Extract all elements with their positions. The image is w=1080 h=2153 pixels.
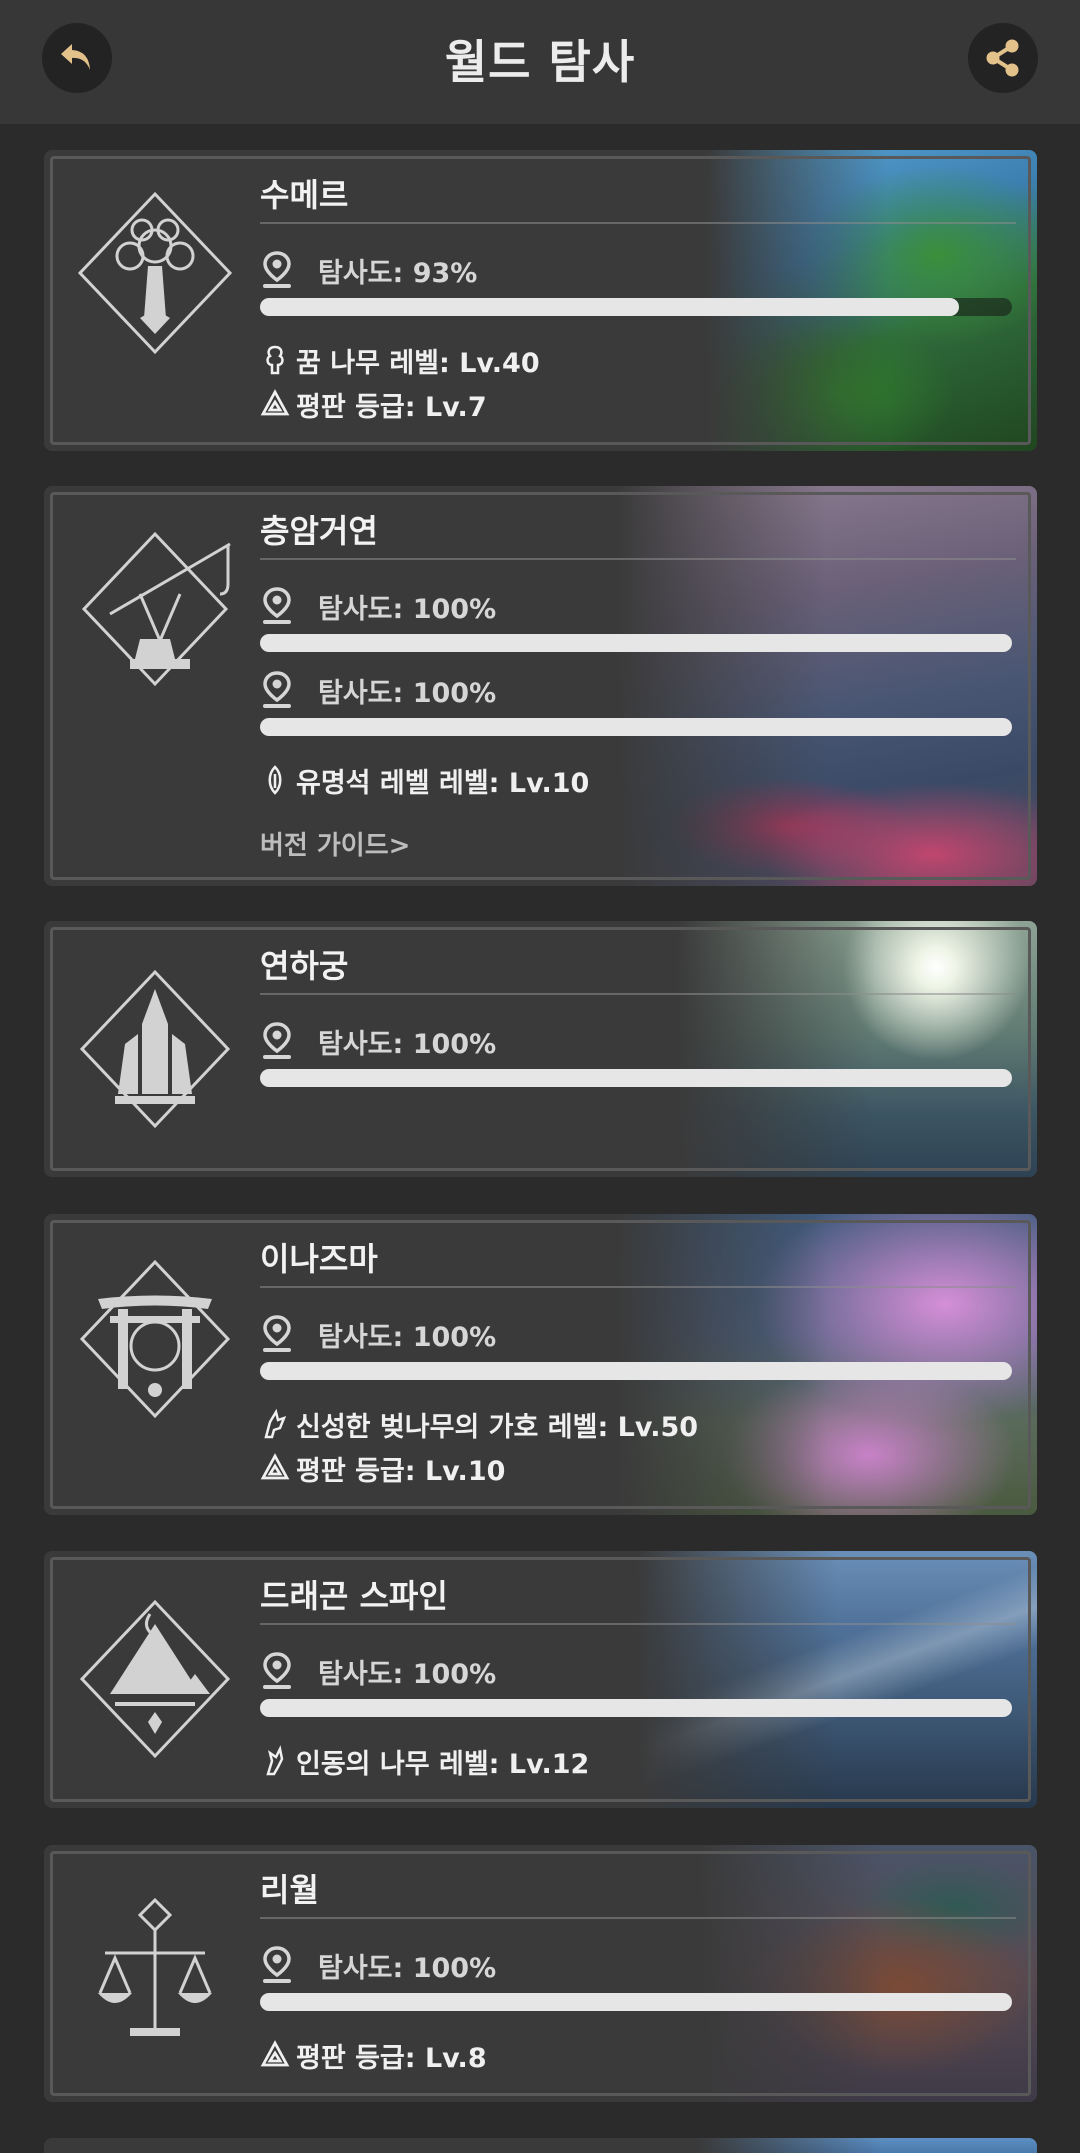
exploration-row: 탐사도: 100% <box>260 670 496 710</box>
stat-row: 유명석 레벨 레벨: Lv.10 <box>260 762 590 799</box>
exploration-row: 탐사도: 100% <box>260 586 496 626</box>
exploration-progress-bar <box>260 298 1012 316</box>
exploration-percent: 탐사도: 100% <box>318 1952 497 1984</box>
exploration-progress-bar <box>260 1699 1012 1717</box>
enkanomiya-emblem-icon <box>79 969 231 1129</box>
divider <box>260 1623 1016 1625</box>
share-button[interactable] <box>968 23 1038 93</box>
region-card-next-partial[interactable] <box>44 2138 1037 2153</box>
reputation-icon <box>260 2040 290 2067</box>
stat-text: 인동의 나무 레벨: Lv.12 <box>296 1748 590 1780</box>
liyue-background-art <box>697 1845 1037 2102</box>
region-name: 층암거연 <box>260 512 378 550</box>
inazuma-torii-emblem-icon <box>79 1259 231 1419</box>
stat-row: 꿈 나무 레벨: Lv.40 <box>260 342 540 379</box>
progress-fill <box>260 1069 1012 1087</box>
progress-fill <box>260 718 1012 736</box>
liyue-scales-emblem-icon <box>98 1897 212 2036</box>
location-pin-icon <box>263 251 291 288</box>
exploration-percent: 탐사도: 100% <box>318 677 497 709</box>
region-name: 드래곤 스파인 <box>260 1577 448 1615</box>
region-name: 리월 <box>260 1871 319 1909</box>
exploration-progress-bar <box>260 1993 1012 2011</box>
exploration-percent: 탐사도: 100% <box>318 1321 497 1353</box>
frostbearing-tree-icon <box>266 1745 284 1776</box>
reputation-icon <box>260 1453 290 1480</box>
divider <box>260 993 1016 995</box>
sumeru-tree-emblem-icon <box>77 191 233 355</box>
enkanomiya-background-art <box>677 921 1037 1177</box>
reputation-icon <box>260 389 290 416</box>
stat-text: 신성한 벚나무의 가호 레벨: Lv.50 <box>296 1411 699 1443</box>
exploration-row: 탐사도: 100% <box>260 1314 496 1354</box>
exploration-progress-bar <box>260 1362 1012 1380</box>
stat-row: 평판 등급: Lv.8 <box>260 2037 487 2074</box>
region-name: 수메르 <box>260 176 349 214</box>
exploration-percent: 탐사도: 100% <box>318 593 497 625</box>
location-pin-icon <box>263 587 291 624</box>
next-card-background-art <box>697 2138 1037 2153</box>
stat-row: 평판 등급: Lv.7 <box>260 386 487 423</box>
dragonspine-background-art <box>637 1551 1037 1808</box>
progress-fill <box>260 634 1012 652</box>
sacred-sakura-icon <box>264 1408 287 1439</box>
dream-tree-icon <box>266 345 284 375</box>
exploration-percent: 탐사도: 100% <box>318 1028 497 1060</box>
stat-text: 유명석 레벨 레벨: Lv.10 <box>296 767 590 799</box>
stat-text: 평판 등급: Lv.7 <box>296 391 487 423</box>
stat-row: 신성한 벚나무의 가호 레벨: Lv.50 <box>260 1406 699 1443</box>
exploration-row: 탐사도: 100% <box>260 1945 496 1985</box>
exploration-row: 탐사도: 100% <box>260 1021 496 1061</box>
location-pin-icon <box>263 671 291 708</box>
chasm-crane-emblem-icon <box>81 531 231 687</box>
share-icon <box>986 39 1019 77</box>
region-name: 이나즈마 <box>260 1240 378 1278</box>
divider <box>260 222 1016 224</box>
page-title: 월드 탐사 <box>444 35 636 89</box>
exploration-row: 탐사도: 93% <box>260 250 477 290</box>
location-pin-icon <box>263 1022 291 1059</box>
divider <box>260 1286 1016 1288</box>
exploration-progress-bar <box>260 634 1012 652</box>
progress-fill <box>260 1993 1012 2011</box>
stat-text: 꿈 나무 레벨: Lv.40 <box>296 347 540 379</box>
exploration-percent: 탐사도: 100% <box>318 1658 497 1690</box>
version-guide-link[interactable]: 버전 가이드> <box>260 825 410 862</box>
exploration-progress-bar <box>260 1069 1012 1087</box>
dragonspine-emblem-icon <box>79 1599 231 1759</box>
divider <box>260 558 1016 560</box>
stat-text: 평판 등급: Lv.8 <box>296 2042 487 2074</box>
region-card-liyue[interactable]: 리월 탐사도: 100% 평판 등급: Lv.8 <box>44 1845 1037 2102</box>
stat-row: 인동의 나무 레벨: Lv.12 <box>260 1743 590 1780</box>
exploration-percent: 탐사도: 93% <box>318 257 478 289</box>
stat-row: 평판 등급: Lv.10 <box>260 1450 506 1487</box>
region-card-chasm[interactable]: 층암거연 탐사도: 100% 탐사도: 100% 유명석 레벨 레벨: Lv.1… <box>44 486 1037 886</box>
exploration-row: 탐사도: 100% <box>260 1651 496 1691</box>
progress-fill <box>260 298 960 316</box>
region-card-sumeru[interactable]: 수메르 탐사도: 93% 꿈 나무 레벨: Lv.40 평판 등급: Lv.7 <box>44 150 1037 451</box>
exploration-progress-bar <box>260 718 1012 736</box>
chasm-background-art <box>617 486 1037 886</box>
location-pin-icon <box>263 1315 291 1352</box>
app-header: 월드 탐사 <box>0 0 1080 124</box>
region-card-dragonspine[interactable]: 드래곤 스파인 탐사도: 100% 인동의 나무 레벨: Lv.12 <box>44 1551 1037 1808</box>
lumenstone-icon <box>268 765 282 795</box>
region-name: 연하궁 <box>260 947 349 985</box>
progress-fill <box>260 1699 1012 1717</box>
location-pin-icon <box>263 1946 291 1983</box>
progress-fill <box>260 1362 1012 1380</box>
region-card-enkanomiya[interactable]: 연하궁 탐사도: 100% <box>44 921 1037 1177</box>
divider <box>260 1917 1016 1919</box>
stat-text: 평판 등급: Lv.10 <box>296 1455 506 1487</box>
region-card-inazuma[interactable]: 이나즈마 탐사도: 100% 신성한 벚나무의 가호 레벨: Lv.50 평판 … <box>44 1214 1037 1515</box>
location-pin-icon <box>263 1652 291 1689</box>
